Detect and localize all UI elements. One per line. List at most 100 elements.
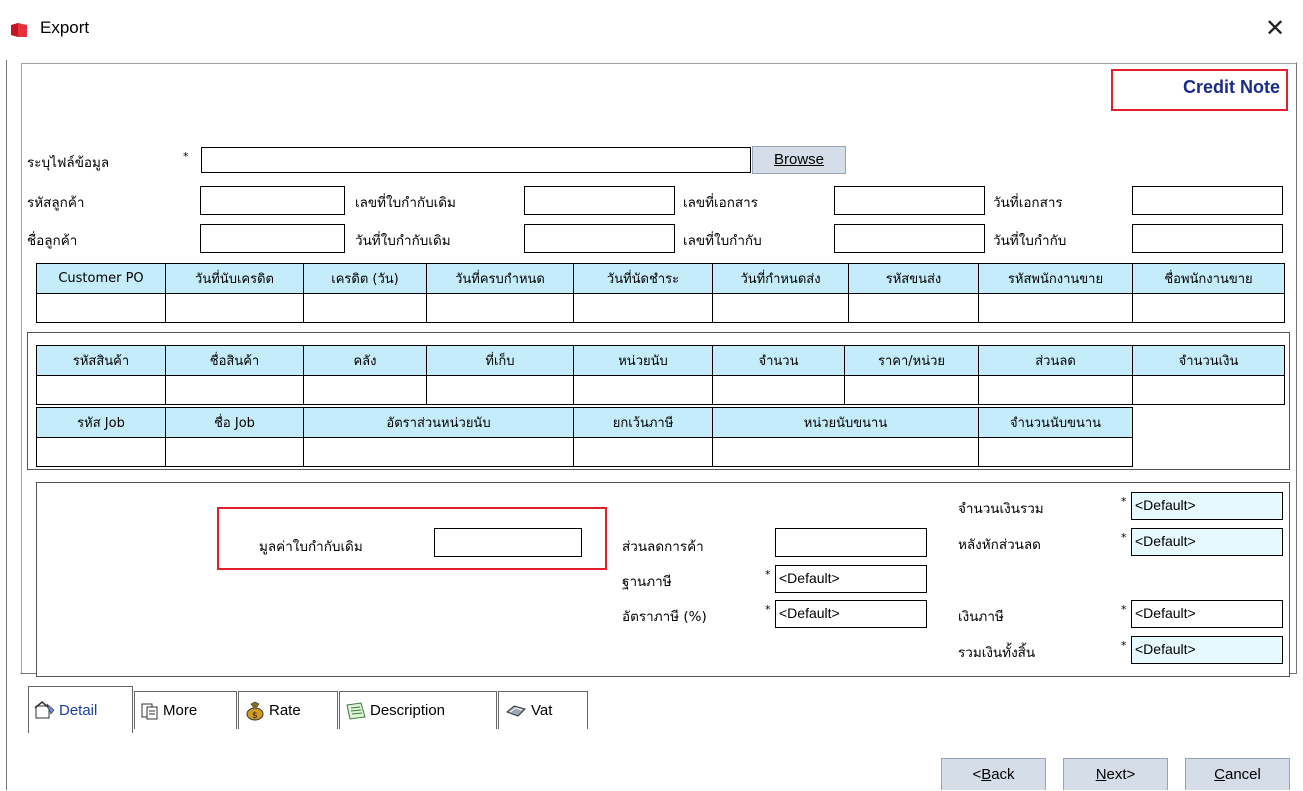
tax-invoice-date-field[interactable] — [1132, 224, 1283, 253]
orig-tax-invoice-no-field[interactable] — [524, 186, 675, 215]
col-parallel-unit: หน่วยนับขนาน — [712, 407, 979, 438]
window-edge — [6, 60, 7, 790]
header-cell[interactable] — [978, 293, 1133, 323]
tab-more[interactable]: More — [134, 691, 237, 729]
header-cell[interactable] — [165, 293, 304, 323]
header-cell[interactable] — [303, 293, 427, 323]
item-cell[interactable] — [165, 375, 304, 405]
tax-invoice-date-label: วันที่ใบกำกับ — [993, 233, 1067, 249]
col-unit-price: ราคา/หน่วย — [844, 345, 979, 376]
col-salesperson-code: รหัสพนักงานขาย — [978, 263, 1133, 294]
tax-rate-field[interactable]: <Default> — [775, 600, 927, 628]
tab-label: Rate — [269, 702, 301, 719]
col-discount: ส่วนลด — [978, 345, 1133, 376]
col-credit-days: เครดิต (วัน) — [303, 263, 427, 294]
document-type-title: Credit Note — [1182, 77, 1280, 97]
header-cell[interactable] — [426, 293, 574, 323]
customer-code-field[interactable] — [200, 186, 345, 215]
tab-label: More — [163, 702, 198, 719]
doc-no-field[interactable] — [834, 186, 985, 215]
item-cell[interactable] — [712, 375, 845, 405]
cancel-mnemonic: C — [1214, 766, 1225, 783]
tab-vat[interactable]: Vat — [498, 691, 588, 729]
item-cell[interactable] — [165, 437, 304, 467]
item-cell[interactable] — [978, 375, 1133, 405]
back-button[interactable]: <Back — [941, 758, 1046, 790]
col-customer-po: Customer PO — [36, 263, 166, 294]
item-cell[interactable] — [303, 437, 574, 467]
col-credit-start-date: วันที่นับเครดิต — [165, 263, 304, 294]
file-label: ระบุไฟล์ข้อมูล — [27, 155, 110, 171]
header-cell[interactable] — [573, 293, 713, 323]
required-marker: * — [1121, 531, 1127, 544]
grand-total-field[interactable]: <Default> — [1131, 636, 1283, 664]
header-cell[interactable] — [36, 293, 166, 323]
item-cell[interactable] — [573, 375, 713, 405]
header-cell[interactable] — [848, 293, 979, 323]
item-cell[interactable] — [36, 437, 166, 467]
tab-rate[interactable]: $ Rate — [238, 691, 338, 729]
orig-value-field[interactable] — [434, 528, 582, 557]
trade-discount-field[interactable] — [775, 528, 927, 557]
col-delivery-date: วันที่กำหนดส่ง — [712, 263, 849, 294]
doc-date-field[interactable] — [1132, 186, 1283, 215]
back-suffix: ack — [991, 766, 1015, 783]
col-tax-exempt: ยกเว้นภาษี — [573, 407, 713, 438]
item-cell[interactable] — [844, 375, 979, 405]
item-cell[interactable] — [573, 437, 713, 467]
col-shipping-code: รหัสขนส่ง — [848, 263, 979, 294]
app-icon — [11, 23, 27, 37]
item-cell[interactable] — [303, 375, 427, 405]
rate-icon: $ — [246, 701, 264, 721]
close-icon[interactable]: ✕ — [1265, 14, 1285, 42]
tax-invoice-no-field[interactable] — [834, 224, 985, 253]
grand-total-label: รวมเงินทั้งสิ้น — [958, 645, 1036, 661]
detail-icon — [34, 701, 55, 719]
header-cell[interactable] — [712, 293, 849, 323]
svg-text:$: $ — [252, 711, 258, 721]
browse-button[interactable]: Browse — [752, 146, 846, 174]
tax-rate-label: อัตราภาษี (%) — [622, 609, 707, 625]
total-amount-field[interactable]: <Default> — [1131, 492, 1283, 520]
trade-discount-label: ส่วนลดการค้า — [622, 539, 704, 555]
item-cell[interactable] — [978, 437, 1133, 467]
tab-description[interactable]: Description — [339, 691, 497, 729]
header-cell[interactable] — [1132, 293, 1285, 323]
tab-label: Vat — [531, 702, 553, 719]
cancel-suffix: ancel — [1224, 766, 1261, 783]
col-job-code: รหัส Job — [36, 407, 166, 438]
file-path-input[interactable] — [201, 147, 751, 173]
cancel-button[interactable]: Cancel — [1185, 758, 1290, 790]
back-mnemonic: B — [981, 766, 992, 783]
tax-amount-field[interactable]: <Default> — [1131, 600, 1283, 628]
required-marker: * — [1121, 639, 1127, 652]
item-cell[interactable] — [426, 375, 574, 405]
tax-base-label: ฐานภาษี — [622, 574, 672, 590]
required-marker: * — [1121, 495, 1127, 508]
item-cell[interactable] — [1132, 375, 1285, 405]
required-marker: * — [1121, 603, 1127, 616]
after-discount-label: หลังหักส่วนลด — [958, 537, 1041, 553]
tax-amount-label: เงินภาษี — [958, 609, 1004, 625]
orig-value-label: มูลค่าใบกำกับเดิม — [259, 539, 363, 555]
col-product-name: ชื่อสินค้า — [165, 345, 304, 376]
col-parallel-qty: จำนวนนับขนาน — [978, 407, 1133, 438]
orig-tax-invoice-date-field[interactable] — [524, 224, 675, 253]
col-unit-ratio: อัตราส่วนหน่วยนับ — [303, 407, 574, 438]
tax-invoice-no-label: เลขที่ใบกำกับ — [683, 233, 762, 249]
orig-tax-invoice-no-label: เลขที่ใบกำกับเดิม — [355, 195, 456, 211]
item-cell[interactable] — [36, 375, 166, 405]
after-discount-field[interactable]: <Default> — [1131, 528, 1283, 556]
tax-base-field[interactable]: <Default> — [775, 565, 927, 593]
col-due-date: วันที่ครบกำหนด — [426, 263, 574, 294]
more-icon — [141, 703, 158, 719]
browse-label: Browse — [773, 151, 825, 168]
total-amount-label: จำนวนเงินรวม — [958, 501, 1044, 517]
tab-label: Description — [370, 702, 446, 719]
customer-name-field[interactable] — [200, 224, 345, 253]
item-cell[interactable] — [712, 437, 979, 467]
item-grid-2: รหัส Job ชื่อ Job อัตราส่วนหน่วยนับ ยกเว… — [36, 407, 1133, 467]
next-button[interactable]: Next> — [1063, 758, 1168, 790]
tab-detail[interactable]: Detail — [28, 686, 133, 733]
col-payment-date: วันที่นัดชำระ — [573, 263, 713, 294]
